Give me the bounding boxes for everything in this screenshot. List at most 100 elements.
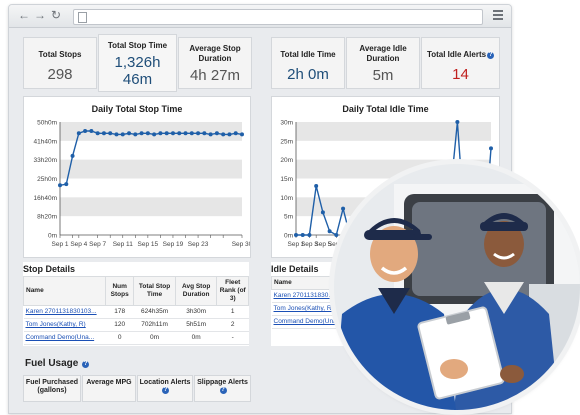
data-point [58,183,62,188]
y-tick-label: 5m [284,214,293,221]
info-icon[interactable]: ? [219,387,227,394]
total-idle-time-card: Total Idle Time 2h 0m [271,37,345,89]
x-tick-label: Sep 15 [138,241,159,248]
stat-value: 1,326h [114,54,161,71]
data-point [208,132,213,137]
data-point [64,182,69,187]
col-fleet-rank[interactable]: Fleet Rank (of 3) [216,276,249,306]
x-tick-label: Sep 30 [232,241,250,248]
data-point [76,131,81,136]
drivers-illustration [334,164,580,410]
average-mpg-header[interactable]: Average MPG [82,375,136,402]
chart-band [60,197,242,217]
data-point [221,132,226,137]
fuel-purchased-header[interactable]: Fuel Purchased (gallons) [23,375,81,402]
data-point [320,210,325,215]
data-point [95,131,100,136]
col-total-stop-time[interactable]: Total Stop Time [133,276,176,306]
page-icon [78,12,87,23]
y-tick-label: 0m [284,233,293,240]
col-name[interactable]: Name [22,276,107,306]
data-point [227,132,232,137]
x-tick-label: Sep 19 [163,241,184,248]
data-point [108,131,113,136]
data-point [341,206,346,211]
data-point [327,229,332,234]
y-tick-label: 25h0m [37,176,57,183]
data-point [202,131,207,136]
avg-idle-duration-card: Average Idle Duration 5m [346,37,420,89]
row-total-time: 624h35m [133,305,176,319]
y-tick-label: 8h20m [37,214,57,221]
info-icon[interactable]: ? [487,52,495,59]
stat-label: Total Stops [38,50,82,59]
data-point [189,131,194,136]
data-point [127,131,132,136]
row-avg-duration: 0m [175,331,217,345]
y-tick-label: 41h40m [34,138,58,145]
stat-value: 2h 0m [287,66,329,83]
stat-label: Total Idle Alerts [426,50,487,59]
stat-value: 14 [452,66,469,83]
menu-icon[interactable] [493,10,503,20]
data-point [455,120,460,124]
row-name-link[interactable]: Karen 2701131830103... [23,305,106,319]
y-tick-label: 0m [48,233,57,240]
row-rank: - [216,331,249,345]
y-tick-label: 50h0m [37,120,57,127]
data-point [214,131,219,136]
row-num-stops: 0 [105,331,134,345]
data-point [240,132,244,137]
x-tick-label: Sep 7 [89,241,106,248]
data-point [334,233,339,237]
fuel-usage-panel: Fuel Usage ? Fuel Purchased (gallons) Av… [23,354,251,413]
location-alerts-header[interactable]: Location Alerts? [137,375,193,402]
chart-title: Daily Total Stop Time [92,104,183,114]
data-point [294,233,298,237]
x-tick-label: Sep 11 [113,241,134,248]
total-stop-time-card: Total Stop Time 1,326h 46m [98,34,177,92]
stat-label: Average Idle Duration [359,44,407,63]
stop-details-panel: Stop Details Name Num Stops Total Stop T… [22,262,249,346]
row-total-time: 702h11m [133,318,176,332]
data-point [314,184,319,189]
data-point [196,131,201,136]
row-total-time: 0m [133,331,176,345]
stat-label: Total Idle Time [280,50,336,59]
address-bar[interactable] [73,9,483,25]
fuel-usage-title: Fuel Usage [25,358,79,369]
idle-details-title: Idle Details [271,264,319,274]
row-name-link[interactable]: Tom Jones(Kathy, R) [23,318,106,332]
info-icon[interactable]: ? [82,361,90,368]
y-tick-label: 15m [280,176,293,183]
data-point [164,131,169,136]
data-point [101,131,106,136]
data-point [300,233,305,237]
row-num-stops: 178 [105,305,134,319]
stat-label: Total Stop Time [107,41,168,50]
total-idle-alerts-card: Total Idle Alerts? 14 [421,37,500,89]
row-avg-duration: 5h51m [175,318,217,332]
col-num-stops[interactable]: Num Stops [105,276,135,306]
data-point [177,131,182,136]
data-point [152,132,157,137]
row-rank: 1 [216,305,249,319]
stat-label: Average Stop Duration [189,44,241,63]
info-icon[interactable]: ? [162,387,169,394]
slippage-alerts-header[interactable]: Slippage Alerts? [194,375,251,402]
chart-band [60,159,242,179]
row-avg-duration: 3h30m [175,305,217,319]
back-arrow-icon[interactable]: ← [17,8,31,22]
drivers-photo [334,164,580,410]
col-avg-stop-duration[interactable]: Avg Stop Duration [174,276,218,306]
stop-details-title: Stop Details [23,264,76,274]
reload-icon[interactable]: ↻ [49,8,63,22]
fuel-usage-title-row: Fuel Usage ? [25,358,90,369]
y-tick-label: 30m [280,120,293,127]
row-rank: 2 [216,318,249,332]
table-row: Karen 2701131830103... 178 624h35m 3h30m… [23,305,249,319]
location-alerts-label: Location Alerts [139,379,191,386]
forward-arrow-icon[interactable]: → [33,8,47,22]
y-tick-label: 33h20m [34,157,58,164]
row-name-link[interactable]: Command Demo(Una... [23,331,106,345]
